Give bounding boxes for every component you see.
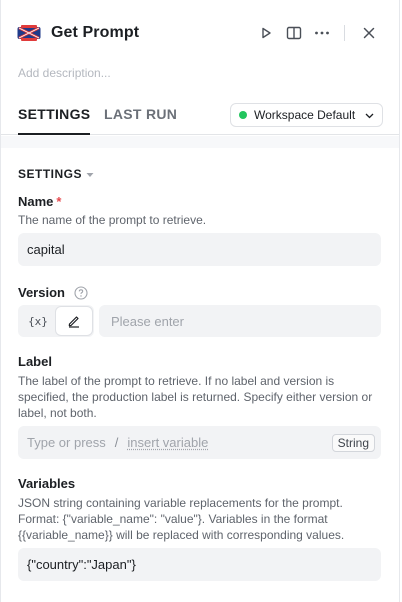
variables-help: JSON string containing variable replacem…: [18, 496, 345, 542]
variable-mode-button[interactable]: {x}: [20, 307, 56, 335]
split-view-icon[interactable]: [280, 19, 308, 47]
play-icon[interactable]: [252, 19, 280, 47]
name-label: Name *: [18, 194, 61, 209]
description-input[interactable]: Add description...: [18, 66, 111, 80]
header-actions: [252, 19, 383, 47]
name-help: The name of the prompt to retrieve.: [18, 213, 207, 227]
workspace-status-dot: [239, 111, 247, 119]
label-placeholder-prefix: Type or press: [27, 435, 106, 450]
tab-settings[interactable]: SETTINGS: [18, 106, 91, 135]
slash-key-hint: /: [114, 435, 119, 450]
label-field-label: Label: [18, 354, 52, 369]
variables-input[interactable]: [27, 557, 372, 572]
type-badge: String: [331, 433, 375, 452]
required-mark: *: [56, 194, 62, 209]
caret-down-icon: [86, 167, 94, 181]
section-divider: [1, 136, 399, 148]
tab-last-run[interactable]: LAST RUN: [104, 106, 177, 122]
version-field[interactable]: [99, 305, 381, 337]
help-circle-icon[interactable]: [74, 285, 88, 300]
chevron-down-icon: [365, 108, 374, 122]
label-field-help: The label of the prompt to retrieve. If …: [18, 374, 373, 420]
tab-bar: SETTINGS LAST RUN Workspace Default: [1, 98, 399, 135]
settings-section-toggle[interactable]: SETTINGS: [18, 167, 94, 181]
version-label-text: Version: [18, 285, 65, 300]
panel-header: Get Prompt: [17, 20, 383, 46]
prompt-node-logo-icon: [17, 24, 41, 42]
close-icon[interactable]: [355, 19, 383, 47]
workspace-label: Workspace Default: [254, 108, 356, 122]
version-mode-toggle: {x}: [18, 305, 94, 337]
name-field[interactable]: [18, 233, 381, 266]
workspace-selector[interactable]: Workspace Default: [230, 103, 383, 127]
name-input[interactable]: [27, 242, 372, 257]
pencil-icon[interactable]: [56, 307, 92, 335]
node-settings-panel: Get Prompt Add description... SETTINGS L…: [0, 0, 400, 602]
header-divider: [344, 25, 345, 41]
version-label: Version: [18, 285, 88, 300]
version-input[interactable]: [111, 313, 369, 329]
variables-field[interactable]: [18, 548, 381, 581]
variables-label: Variables: [18, 476, 76, 491]
settings-section-title: SETTINGS: [18, 167, 83, 181]
label-input-field[interactable]: Type or press / insert variable String: [18, 426, 381, 459]
name-label-text: Name: [18, 194, 54, 209]
more-icon[interactable]: [308, 19, 336, 47]
insert-variable-link[interactable]: insert variable: [127, 435, 208, 450]
node-title[interactable]: Get Prompt: [51, 24, 139, 42]
